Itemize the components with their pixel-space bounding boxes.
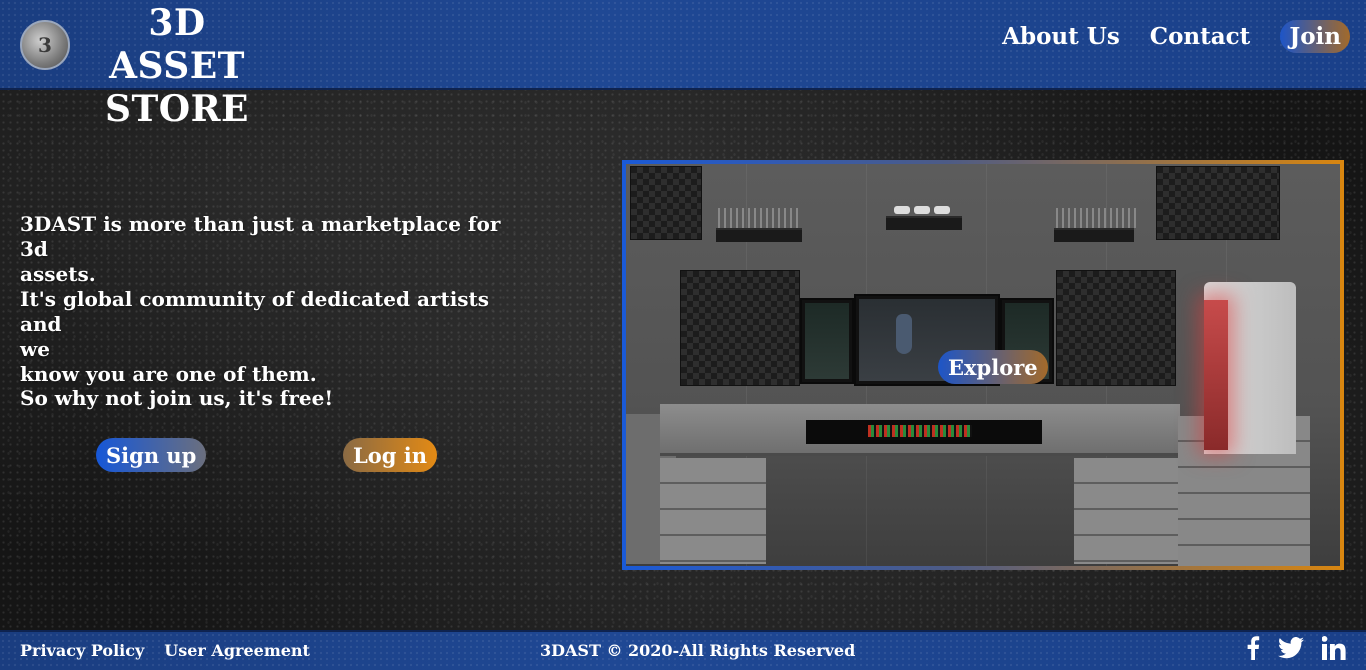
footer-links: Privacy Policy User Agreement (20, 641, 330, 660)
twitter-icon[interactable] (1278, 637, 1304, 659)
user-agreement-link[interactable]: User Agreement (164, 641, 310, 660)
nav-about-link[interactable]: About Us (1002, 23, 1120, 50)
log-in-button[interactable]: Log in (343, 438, 438, 472)
showcase-frame: Explore (622, 160, 1344, 570)
hero-line: assets. (20, 262, 96, 286)
logo-icon[interactable]: 3 (20, 20, 70, 70)
site-header: 3 3D ASSET STORE About Us Contact Join (0, 0, 1366, 130)
social-links (1228, 636, 1346, 660)
hero-line: we (20, 337, 50, 361)
hero-line: It's global community of dedicated artis… (20, 287, 490, 336)
facebook-icon[interactable] (1246, 636, 1260, 660)
explore-button[interactable]: Explore (938, 350, 1048, 384)
showcase-image: Explore (626, 164, 1340, 566)
cta-text: So why not join us, it's free! (20, 386, 334, 410)
copyright-text: 3DAST © 2020-All Rights Reserved (540, 641, 856, 660)
linkedin-icon[interactable] (1322, 636, 1346, 660)
hero-line: 3DAST is more than just a marketplace fo… (20, 212, 501, 261)
site-title[interactable]: 3D ASSET STORE (82, 2, 272, 131)
join-button[interactable]: Join (1280, 20, 1350, 53)
hero-line: know you are one of them. (20, 362, 317, 386)
privacy-policy-link[interactable]: Privacy Policy (20, 641, 144, 660)
sign-up-button[interactable]: Sign up (96, 438, 207, 472)
site-footer: Privacy Policy User Agreement 3DAST © 20… (0, 630, 1366, 670)
nav-contact-link[interactable]: Contact (1150, 23, 1251, 50)
logo-glyph: 3 (38, 33, 52, 57)
main-nav: About Us Contact Join (972, 20, 1350, 53)
hero-text: 3DAST is more than just a marketplace fo… (20, 212, 510, 387)
